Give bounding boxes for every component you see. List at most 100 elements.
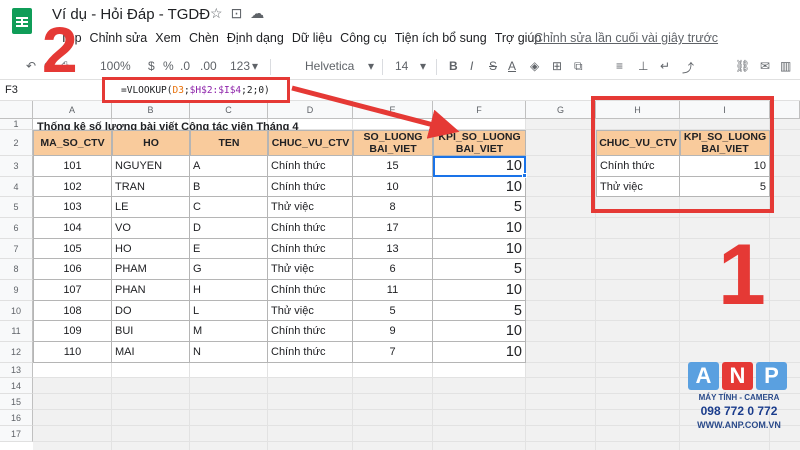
currency-button[interactable]: $ <box>148 59 155 73</box>
table-cell[interactable]: A <box>190 156 268 177</box>
table-cell[interactable]: 9 <box>353 321 433 342</box>
table-header-cell[interactable]: MA_SO_CTV <box>33 130 112 156</box>
table-header-cell[interactable]: KPI_SO_LUONG BAI_VIET <box>433 130 526 156</box>
borders-icon[interactable]: ⊞ <box>552 59 562 73</box>
insert-comment-icon[interactable]: ✉ <box>760 59 770 73</box>
table-cell[interactable]: Chính thức <box>268 280 353 301</box>
row-header-5[interactable]: 5 <box>0 197 33 218</box>
table-cell[interactable]: 103 <box>33 197 112 218</box>
menu-item-3[interactable]: Chèn <box>185 31 223 49</box>
table-cell[interactable]: 10 <box>433 218 526 239</box>
text-rotation-icon[interactable]: ⤴ <box>682 59 694 76</box>
table-cell[interactable]: L <box>190 301 268 321</box>
table-cell[interactable]: 10 <box>433 239 526 259</box>
strikethrough-button[interactable]: S <box>489 59 497 73</box>
table-cell[interactable]: VO <box>112 218 190 239</box>
column-header-e[interactable]: E <box>353 101 433 119</box>
row-header-7[interactable]: 7 <box>0 239 33 259</box>
text-color-button[interactable]: A <box>508 59 516 73</box>
row-header-11[interactable]: 11 <box>0 321 33 342</box>
italic-button[interactable]: I <box>470 59 473 73</box>
fill-handle[interactable] <box>522 173 527 178</box>
table-cell[interactable]: Chính thức <box>268 342 353 363</box>
table-cell[interactable]: Thử việc <box>268 259 353 280</box>
table-cell[interactable]: DO <box>112 301 190 321</box>
table-cell[interactable]: H <box>190 280 268 301</box>
table-cell[interactable]: BUI <box>112 321 190 342</box>
row-header-2[interactable]: 2 <box>0 130 33 156</box>
column-header-d[interactable]: D <box>268 101 353 119</box>
table-cell[interactable]: 15 <box>353 156 433 177</box>
chevron-down-icon[interactable]: ▾ <box>420 59 426 73</box>
row-header-1[interactable]: 1 <box>0 119 33 130</box>
table-cell[interactable]: PHAM <box>112 259 190 280</box>
table-header-cell[interactable]: CHUC_VU_CTV <box>268 130 353 156</box>
table-cell[interactable]: C <box>190 197 268 218</box>
table-cell[interactable]: 10 <box>433 280 526 301</box>
column-header-a[interactable]: A <box>33 101 112 119</box>
row-header-17[interactable]: 17 <box>0 426 33 442</box>
menu-item-1[interactable]: Chỉnh sửa <box>86 31 152 49</box>
table-cell[interactable]: HO <box>112 239 190 259</box>
table-header-cell[interactable]: TEN <box>190 130 268 156</box>
table-cell[interactable]: E <box>190 239 268 259</box>
table-cell[interactable]: Thử việc <box>268 197 353 218</box>
column-header-c[interactable]: C <box>190 101 268 119</box>
chevron-down-icon[interactable]: ▾ <box>252 59 258 73</box>
selected-cell-f3[interactable]: 10 <box>433 156 526 177</box>
more-formats-button[interactable]: 123 <box>230 59 250 73</box>
text-wrap-icon[interactable]: ↵ <box>660 59 670 73</box>
row-header-3[interactable]: 3 <box>0 156 33 177</box>
table-cell[interactable]: LE <box>112 197 190 218</box>
table-cell[interactable]: 101 <box>33 156 112 177</box>
table-cell[interactable]: Chính thức <box>268 177 353 197</box>
insert-link-icon[interactable]: ⛓ <box>735 59 750 73</box>
table-cell[interactable]: 6 <box>353 259 433 280</box>
row-header-13[interactable]: 13 <box>0 363 33 378</box>
table-cell[interactable]: 5 <box>433 259 526 280</box>
google-sheets-logo-icon[interactable] <box>12 8 32 34</box>
bold-button[interactable]: B <box>449 59 458 73</box>
table-cell[interactable]: TRAN <box>112 177 190 197</box>
increase-decimal-button[interactable]: .00 <box>200 59 217 73</box>
table-cell[interactable]: 10 <box>433 342 526 363</box>
table-cell[interactable]: Chính thức <box>268 156 353 177</box>
menu-item-5[interactable]: Dữ liệu <box>288 31 336 49</box>
star-icon[interactable]: ☆ <box>210 5 231 21</box>
table-cell[interactable]: Chính thức <box>268 218 353 239</box>
zoom-select[interactable]: 100% <box>100 59 131 73</box>
row-header-8[interactable]: 8 <box>0 259 33 280</box>
table-cell[interactable]: 109 <box>33 321 112 342</box>
row-header-10[interactable]: 10 <box>0 301 33 321</box>
table-cell[interactable]: NGUYEN <box>112 156 190 177</box>
percent-button[interactable]: % <box>163 59 174 73</box>
table-cell[interactable]: 17 <box>353 218 433 239</box>
menu-item-6[interactable]: Công cụ <box>336 31 391 49</box>
name-box[interactable]: F3 <box>5 84 18 96</box>
table-cell[interactable]: G <box>190 259 268 280</box>
chevron-down-icon[interactable]: ▾ <box>368 59 374 73</box>
table-cell[interactable]: MAI <box>112 342 190 363</box>
move-to-folder-icon[interactable]: ⊡ <box>231 5 251 21</box>
table-cell[interactable]: 5 <box>433 301 526 321</box>
table-cell[interactable]: 105 <box>33 239 112 259</box>
table-cell[interactable]: 11 <box>353 280 433 301</box>
insert-chart-icon[interactable]: ▥ <box>780 59 791 73</box>
table-cell[interactable]: 106 <box>33 259 112 280</box>
last-edit-link[interactable]: Chỉnh sửa lần cuối vài giây trước <box>534 31 718 45</box>
menu-item-7[interactable]: Tiện ích bổ sung <box>391 31 491 49</box>
fill-color-icon[interactable]: ◈ <box>530 59 539 73</box>
column-header-f[interactable]: F <box>433 101 526 119</box>
table-cell[interactable]: 104 <box>33 218 112 239</box>
merge-cells-icon[interactable]: ⧉ <box>574 59 583 74</box>
menu-item-2[interactable]: Xem <box>151 31 185 49</box>
undo-icon[interactable]: ↶ <box>26 59 36 73</box>
table-header-cell[interactable]: SO_LUONG BAI_VIET <box>353 130 433 156</box>
row-header-6[interactable]: 6 <box>0 218 33 239</box>
row-header-16[interactable]: 16 <box>0 410 33 426</box>
row-header-14[interactable]: 14 <box>0 378 33 394</box>
table-cell[interactable]: M <box>190 321 268 342</box>
table-cell[interactable]: 102 <box>33 177 112 197</box>
table-header-cell[interactable]: HO <box>112 130 190 156</box>
row-header-4[interactable]: 4 <box>0 177 33 197</box>
